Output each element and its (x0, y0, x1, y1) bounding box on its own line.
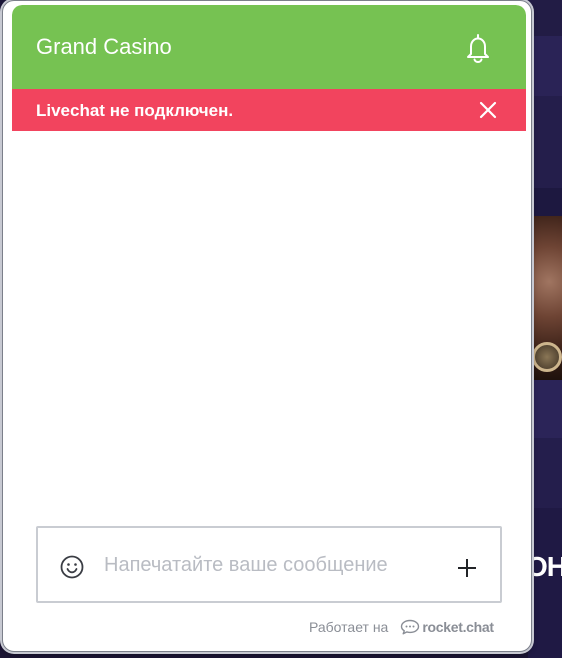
alert-message: Livechat не подключен. (36, 101, 234, 120)
close-icon[interactable] (478, 100, 498, 120)
message-list[interactable] (12, 131, 526, 523)
background-band (528, 380, 562, 438)
message-composer (36, 526, 502, 603)
plus-icon[interactable] (456, 557, 478, 579)
chat-title: Grand Casino (36, 34, 172, 59)
background-band (528, 0, 562, 36)
chat-bubble-icon (401, 619, 420, 635)
message-input[interactable] (104, 550, 424, 580)
powered-by-footer: Работает на rocket.chat (309, 617, 494, 637)
bell-icon[interactable] (464, 33, 492, 64)
powered-by-label: Работает на (309, 619, 389, 635)
chat-header: Grand Casino (12, 5, 526, 89)
rocket-chat-brand: rocket.chat (422, 619, 494, 635)
background-band (528, 96, 562, 188)
background-band (528, 438, 562, 508)
livechat-widget: Grand Casino Livechat не подключен. Напе… (2, 0, 532, 652)
rocket-chat-logo-link[interactable]: rocket.chat (400, 619, 494, 635)
background-image-detail (532, 342, 562, 372)
background-band (528, 188, 562, 216)
livechat-container: Grand Casino Livechat не подключен. Напе… (12, 5, 526, 645)
connection-alert: Livechat не подключен. (12, 89, 526, 131)
background-image (530, 216, 562, 380)
smiley-icon[interactable] (60, 555, 84, 579)
background-band (528, 36, 562, 96)
background-band (528, 508, 562, 658)
